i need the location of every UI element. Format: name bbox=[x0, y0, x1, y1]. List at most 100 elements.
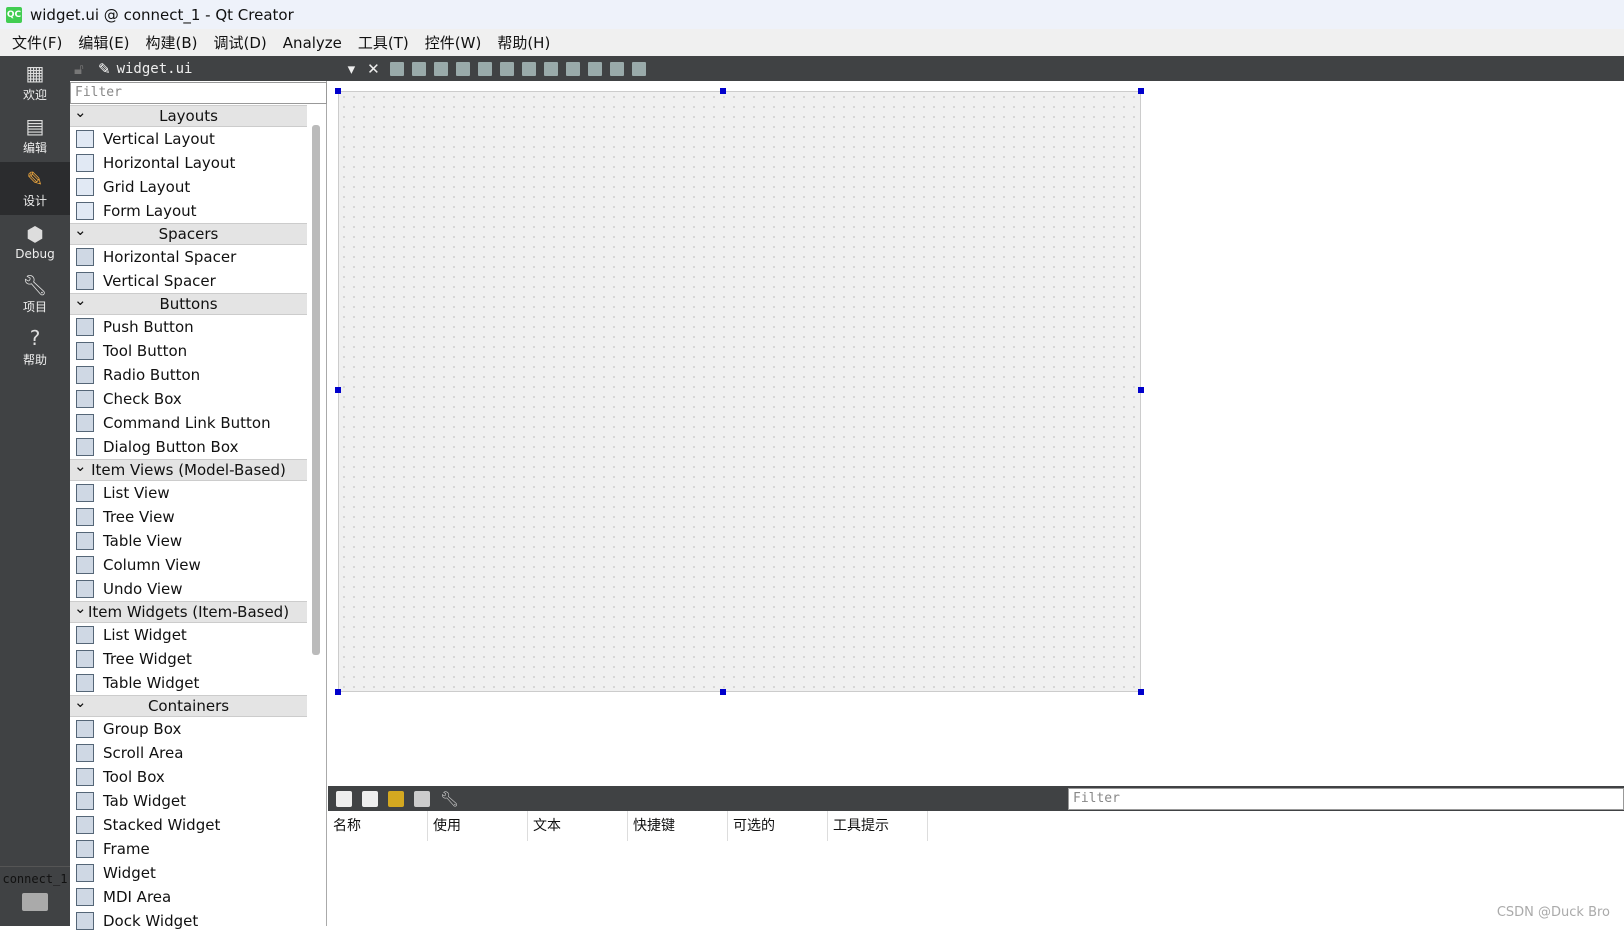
widget-label: Column View bbox=[103, 556, 201, 574]
resize-handle[interactable] bbox=[335, 387, 341, 393]
column-header[interactable]: 可选的 bbox=[728, 811, 828, 841]
form-widget[interactable] bbox=[338, 91, 1141, 692]
form-tool-icon[interactable] bbox=[411, 61, 426, 76]
menu-bar: 文件(F) 编辑(E) 构建(B) 调试(D) Analyze 工具(T) 控件(W) 帮助(… bbox=[0, 29, 1624, 56]
widget-item[interactable]: Vertical Layout bbox=[70, 127, 307, 151]
resize-handle[interactable] bbox=[720, 689, 726, 695]
form-tool-icon[interactable] bbox=[609, 61, 624, 76]
widget-item[interactable]: Tab Widget bbox=[70, 789, 307, 813]
widget-item[interactable]: Widget bbox=[70, 861, 307, 885]
widget-item[interactable]: Check Box bbox=[70, 387, 307, 411]
widget-item[interactable]: Vertical Spacer bbox=[70, 269, 307, 293]
menu-item[interactable]: 帮助(H) bbox=[489, 32, 558, 53]
copy-action-icon[interactable] bbox=[362, 790, 378, 807]
mode-selector: ▦ 欢迎 ▤ 编辑 ✎ 设计 ⬢ Debug 🔧︎ 项目? 帮助 bbox=[0, 56, 70, 926]
column-header[interactable]: 工具提示 bbox=[828, 811, 928, 841]
widget-item[interactable]: Tool Button bbox=[70, 339, 307, 363]
widget-item[interactable]: Table Widget bbox=[70, 671, 307, 695]
resize-handle[interactable] bbox=[335, 689, 341, 695]
action-filter-input[interactable]: Filter bbox=[1068, 788, 1624, 810]
resize-handle[interactable] bbox=[1138, 88, 1144, 94]
close-icon[interactable]: ✕ bbox=[367, 60, 380, 78]
mode-label: 编辑 bbox=[22, 141, 47, 155]
widget-item[interactable]: Group Box bbox=[70, 717, 307, 741]
widget-item[interactable]: Frame bbox=[70, 837, 307, 861]
column-header[interactable]: 名称 bbox=[328, 811, 428, 841]
category-header[interactable]: Item Widgets (Item-Based) bbox=[70, 598, 307, 623]
resize-handle[interactable] bbox=[1138, 387, 1144, 393]
widget-item[interactable]: List Widget bbox=[70, 623, 307, 647]
category-header[interactable]: Item Views (Model-Based) bbox=[70, 456, 307, 481]
widget-item[interactable]: Radio Button bbox=[70, 363, 307, 387]
widget-item[interactable]: Form Layout bbox=[70, 199, 307, 223]
widget-label: Form Layout bbox=[103, 202, 197, 220]
mode-4[interactable]: 🔧︎ 项目 bbox=[0, 268, 70, 321]
widget-icon bbox=[76, 720, 94, 738]
column-header[interactable]: 文本 bbox=[528, 811, 628, 841]
widget-item[interactable]: MDI Area bbox=[70, 885, 307, 909]
widget-item[interactable]: Horizontal Layout bbox=[70, 151, 307, 175]
widget-item[interactable]: Stacked Widget bbox=[70, 813, 307, 837]
mode-1[interactable]: ▤ 编辑 bbox=[0, 109, 70, 162]
category-header[interactable]: Layouts bbox=[70, 102, 307, 127]
delete-action-icon[interactable] bbox=[414, 790, 430, 807]
form-tool-icon[interactable] bbox=[543, 61, 558, 76]
widget-item[interactable]: Command Link Button bbox=[70, 411, 307, 435]
widget-filter-input[interactable]: Filter bbox=[70, 82, 327, 104]
form-tool-icon[interactable] bbox=[565, 61, 580, 76]
form-tool-icon[interactable] bbox=[521, 61, 536, 76]
widget-label: MDI Area bbox=[103, 888, 172, 906]
dropdown-icon[interactable]: ▾ bbox=[348, 60, 356, 78]
form-tool-icon[interactable] bbox=[587, 61, 602, 76]
menu-item[interactable]: 文件(F) bbox=[4, 32, 70, 53]
form-tool-icon[interactable] bbox=[499, 61, 514, 76]
project-selector[interactable]: connect_1 bbox=[0, 866, 70, 886]
widget-item[interactable]: Undo View bbox=[70, 577, 307, 601]
menu-item[interactable]: 控件(W) bbox=[417, 32, 490, 53]
widget-item[interactable]: Tree Widget bbox=[70, 647, 307, 671]
menu-item[interactable]: 工具(T) bbox=[350, 32, 417, 53]
new-action-icon[interactable] bbox=[336, 790, 352, 807]
resize-handle[interactable] bbox=[335, 88, 341, 94]
widget-item[interactable]: Tree View bbox=[70, 505, 307, 529]
menu-item[interactable]: 调试(D) bbox=[206, 32, 275, 53]
scrollbar[interactable] bbox=[312, 125, 320, 655]
paste-action-icon[interactable] bbox=[388, 790, 404, 807]
widget-item[interactable]: Table View bbox=[70, 529, 307, 553]
widget-item[interactable]: Horizontal Spacer bbox=[70, 245, 307, 269]
window-title: widget.ui @ connect_1 - Qt Creator bbox=[30, 5, 294, 24]
menu-item[interactable]: Analyze bbox=[275, 34, 350, 52]
mode-2[interactable]: ✎ 设计 bbox=[0, 162, 70, 215]
widget-icon bbox=[76, 626, 94, 644]
widget-icon bbox=[76, 414, 94, 432]
widget-item[interactable]: List View bbox=[70, 481, 307, 505]
category-header[interactable]: Spacers bbox=[70, 220, 307, 245]
widget-item[interactable]: Push Button bbox=[70, 315, 307, 339]
form-tool-icon[interactable] bbox=[389, 61, 404, 76]
mode-3[interactable]: ⬢ Debug bbox=[0, 215, 70, 268]
widget-item[interactable]: Dock Widget bbox=[70, 909, 307, 933]
menu-item[interactable]: 构建(B) bbox=[138, 32, 206, 53]
column-header[interactable]: 使用 bbox=[428, 811, 528, 841]
lock-icon: 🔓︎ bbox=[74, 59, 84, 78]
resize-handle[interactable] bbox=[720, 88, 726, 94]
resize-handle[interactable] bbox=[1138, 689, 1144, 695]
form-tool-icon[interactable] bbox=[477, 61, 492, 76]
column-header[interactable]: 快捷键 bbox=[628, 811, 728, 841]
category-header[interactable]: Containers bbox=[70, 692, 307, 717]
widget-item[interactable]: Grid Layout bbox=[70, 175, 307, 199]
widget-item[interactable]: Scroll Area bbox=[70, 741, 307, 765]
widget-item[interactable]: Dialog Button Box bbox=[70, 435, 307, 459]
menu-item[interactable]: 编辑(E) bbox=[70, 32, 137, 53]
document-name[interactable]: widget.ui bbox=[117, 61, 342, 77]
form-tool-icon[interactable] bbox=[631, 61, 646, 76]
monitor-icon[interactable] bbox=[22, 893, 48, 911]
form-tool-icon[interactable] bbox=[455, 61, 470, 76]
mode-5[interactable]: ? 帮助 bbox=[0, 321, 70, 374]
widget-item[interactable]: Column View bbox=[70, 553, 307, 577]
wrench-icon[interactable]: 🔧︎ bbox=[440, 790, 459, 808]
form-tool-icon[interactable] bbox=[433, 61, 448, 76]
widget-item[interactable]: Tool Box bbox=[70, 765, 307, 789]
category-header[interactable]: Buttons bbox=[70, 290, 307, 315]
mode-0[interactable]: ▦ 欢迎 bbox=[0, 56, 70, 109]
